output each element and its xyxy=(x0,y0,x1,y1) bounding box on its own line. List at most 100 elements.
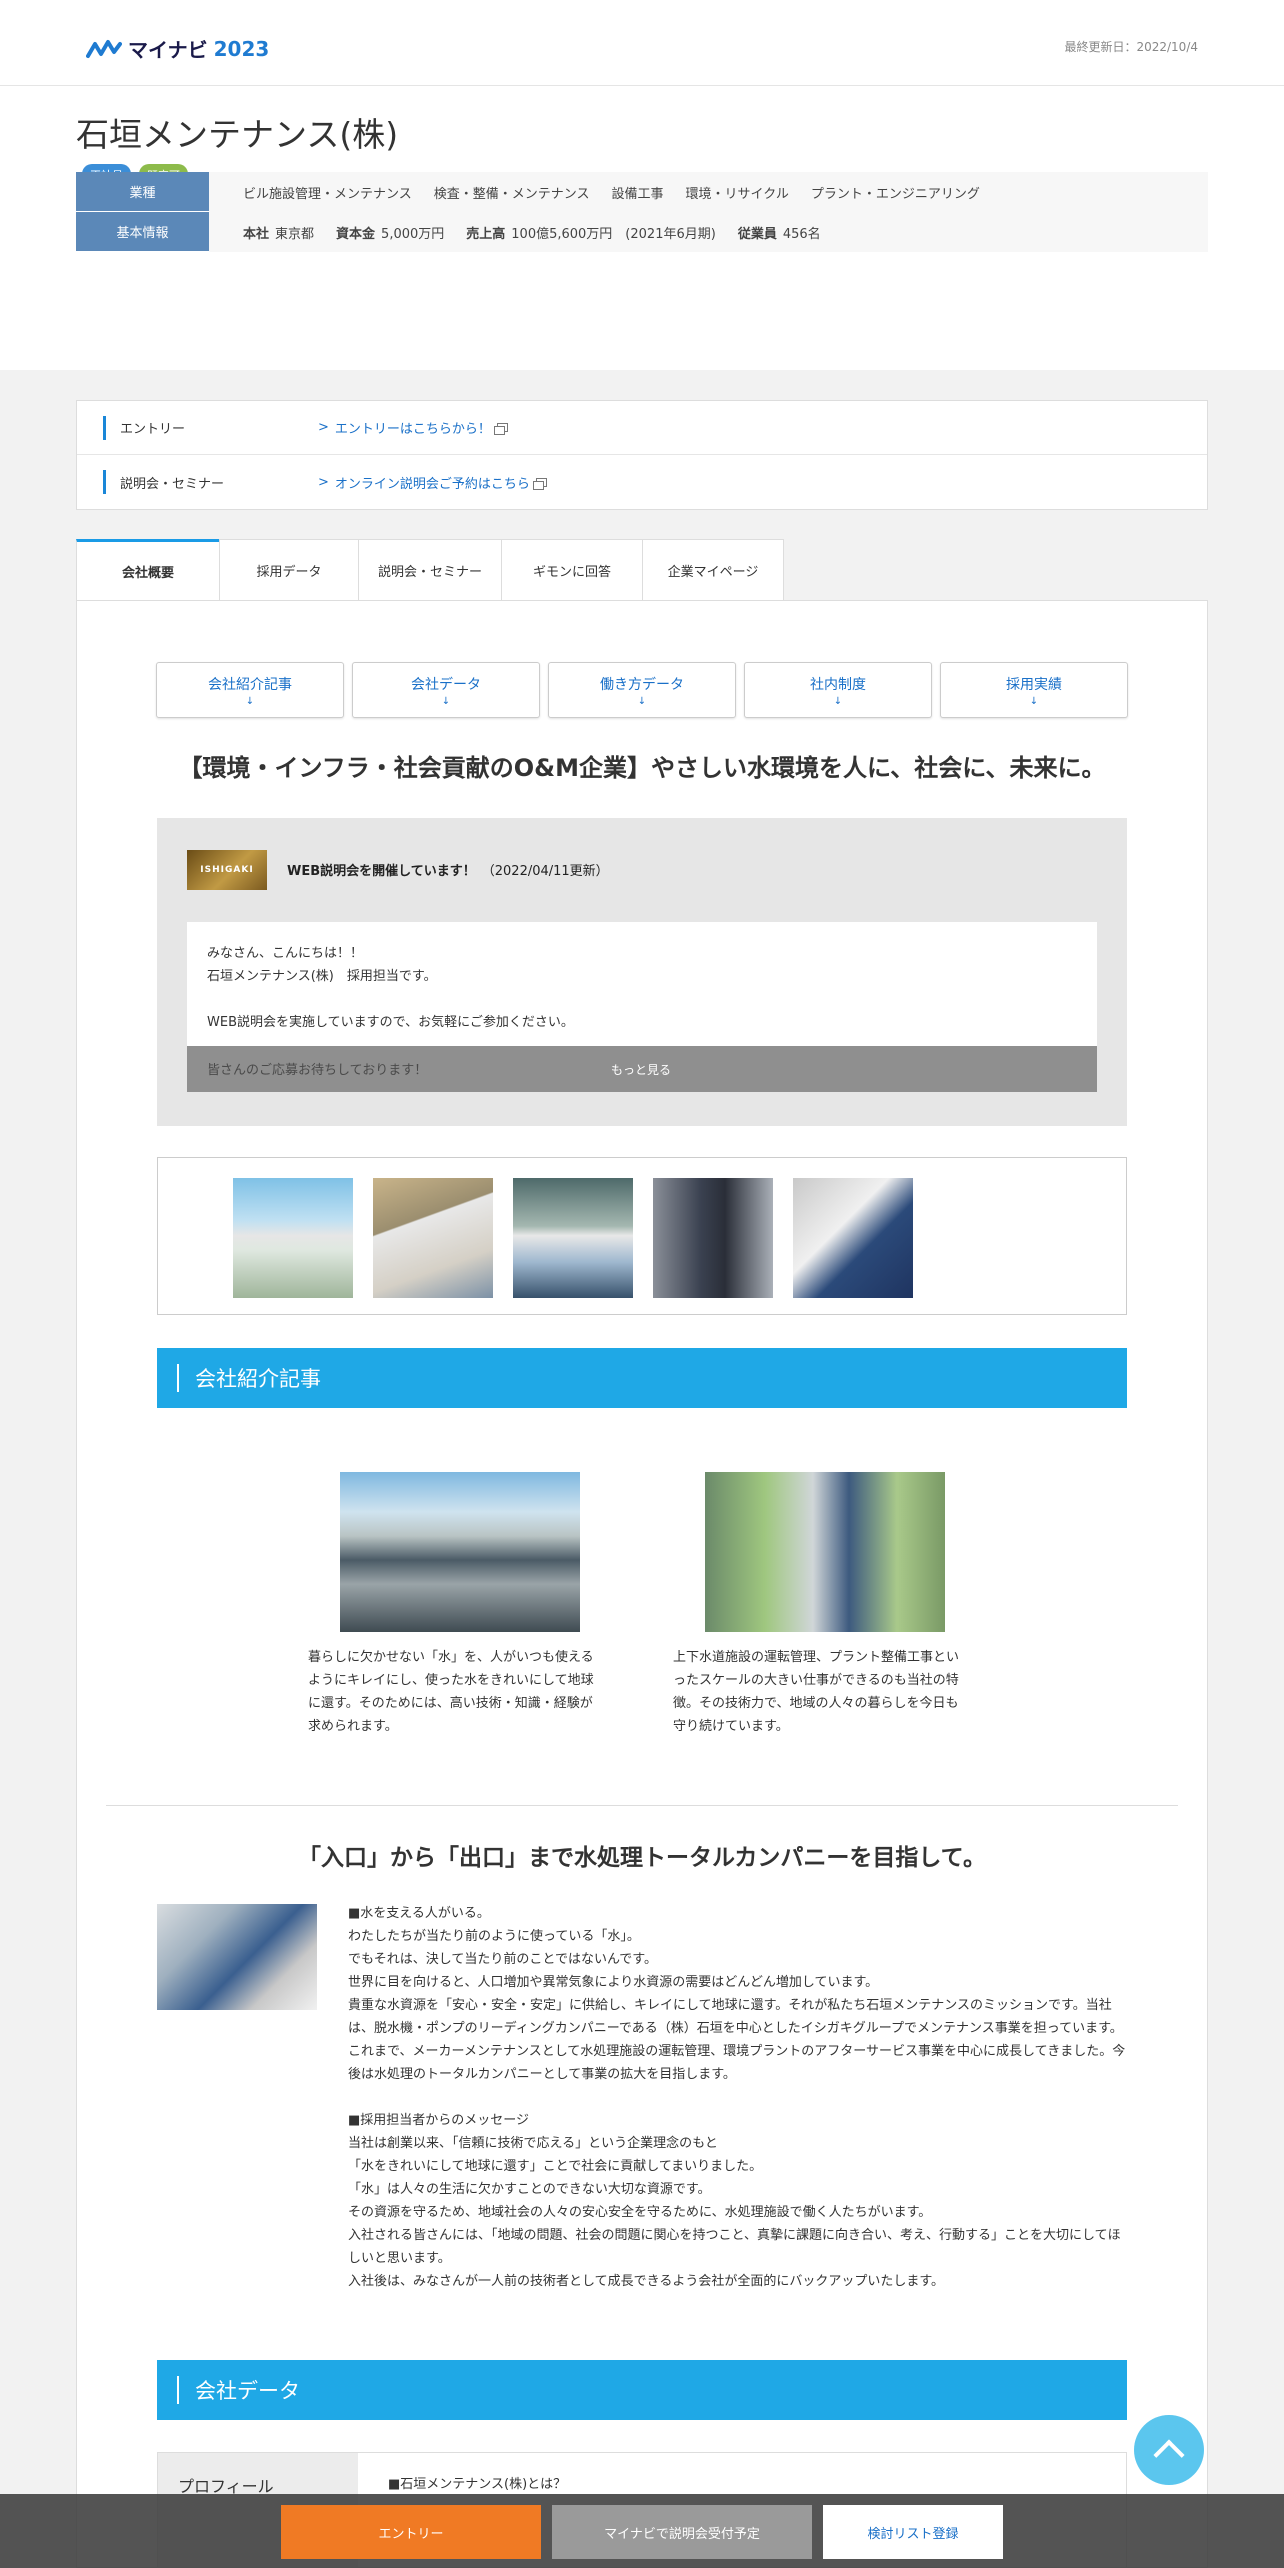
lab-photo xyxy=(157,1904,317,2010)
message-line: 当社は創業以来、「信頼に技術で応える」という企業理念のもと xyxy=(348,2136,718,2151)
last-updated: 最終更新日：2022/10/4 xyxy=(1064,40,1198,54)
message-line: 貴重な水資源を「安心・安全・安定」に供給し、キレイにして地球に還す。それが私たち… xyxy=(348,1998,1126,2082)
photo-control-panel[interactable] xyxy=(373,1178,493,1298)
entry-button[interactable]: エントリー xyxy=(281,2505,541,2559)
capital-key: 資本金 xyxy=(336,226,376,242)
scroll-to-top-button[interactable] xyxy=(1134,2415,1204,2485)
arrow-down-icon: ↓ xyxy=(1029,695,1039,707)
sales-key: 売上高 xyxy=(466,226,506,242)
mynavi-logo[interactable]: マイナビ 2023 xyxy=(86,34,269,63)
message-line: その資源を守るため、地域社会の人々の安心安全を守るために、水処理施設で働く人たち… xyxy=(348,2205,932,2220)
basic-info-label: 基本情報 xyxy=(76,212,209,252)
entry-link-text: エントリーはこちらから！ xyxy=(334,422,491,437)
divider xyxy=(106,1805,1178,1806)
section-company-data: 会社データ xyxy=(157,2360,1127,2420)
article-text: 上下水道施設の運転管理、プラント整備工事といったスケールの大きい仕事ができるのも… xyxy=(673,1650,960,1734)
article-image-plant-worker xyxy=(705,1472,945,1632)
capital-value: 5,000万円 xyxy=(381,226,445,242)
bottom-action-bar: エントリー マイナビで説明会受付予定 検討リスト登録 xyxy=(0,2494,1284,2568)
anchor-hiring-record[interactable]: 採用実績 ↓ xyxy=(940,662,1128,718)
logo-year: 2023 xyxy=(213,36,270,61)
message-line: わたしたちが当たり前のように使っている「水」。 xyxy=(348,1929,640,1944)
industry-list: ビル施設管理・メンテナンス 検査・整備・メンテナンス 設備工事 環境・リサイクル… xyxy=(209,172,1208,212)
employees-info: 従業員 456名 xyxy=(738,223,821,242)
message-line: 入社される皆さんには、「地域の問題、社会の問題に関心を持つこと、真摯に課題に向き… xyxy=(348,2228,1121,2266)
chevron-right-icon: > xyxy=(318,420,329,435)
industry-item: 環境・リサイクル xyxy=(685,186,789,202)
arrow-down-icon: ↓ xyxy=(245,695,255,707)
anchor-label: 働き方データ xyxy=(600,676,684,693)
tab-company-mypage[interactable]: 企業マイページ xyxy=(642,539,784,601)
more-button[interactable]: もっと見る xyxy=(611,1061,671,1078)
industry-row: 業種 ビル施設管理・メンテナンス 検査・整備・メンテナンス 設備工事 環境・リサ… xyxy=(76,172,1208,212)
industry-item: 検査・整備・メンテナンス xyxy=(433,186,590,202)
anchor-company-articles[interactable]: 会社紹介記事 ↓ xyxy=(156,662,344,718)
message-line: 入社後は、みなさんが一人前の技術者として成長できるよう会社が全面的にバックアップ… xyxy=(348,2274,945,2289)
seminar-link[interactable]: > オンライン説明会ご予約はこちら xyxy=(318,473,547,492)
ishigaki-logo: ISHIGAKI xyxy=(187,850,267,890)
industry-item: ビル施設管理・メンテナンス xyxy=(243,186,412,202)
seminar-link-text: オンライン説明会ご予約はこちら xyxy=(334,476,530,492)
logo-text: マイナビ xyxy=(128,38,208,62)
tab-recruitment-data[interactable]: 採用データ xyxy=(219,539,359,601)
add-to-list-button[interactable]: 検討リスト登録 xyxy=(823,2505,1003,2559)
anchor-label: 会社紹介記事 xyxy=(208,676,292,693)
photo-meeting[interactable] xyxy=(793,1178,913,1298)
arrow-down-icon: ↓ xyxy=(637,695,647,707)
chevron-right-icon: > xyxy=(318,474,329,490)
seminar-reservation-button[interactable]: マイナビで説明会受付予定 xyxy=(552,2505,812,2559)
photo-employee-station[interactable] xyxy=(653,1178,773,1298)
anchor-company-data[interactable]: 会社データ ↓ xyxy=(352,662,540,718)
hq-value: 東京都 xyxy=(275,226,315,242)
external-window-icon xyxy=(532,477,547,490)
entry-label: エントリー xyxy=(103,415,318,440)
ishigaki-logo-text: ISHIGAKI xyxy=(200,865,254,875)
article-card: 上下水道施設の運転管理、プラント整備工事といったスケールの大きい仕事ができるのも… xyxy=(673,1472,968,1738)
entry-row: エントリー > エントリーはこちらから！ xyxy=(77,401,1207,455)
company-name: 石垣メンテナンス(株) xyxy=(76,115,399,154)
page-tabs: 会社概要 採用データ 説明会・セミナー ギモンに回答 企業マイページ xyxy=(76,539,784,601)
tab-questions[interactable]: ギモンに回答 xyxy=(501,539,643,601)
seminar-line xyxy=(207,988,1077,1011)
employees-key: 従業員 xyxy=(737,226,777,242)
web-seminar-notice: ISHIGAKI WEB説明会を開催しています！ （2022/04/11更新） み… xyxy=(157,818,1127,1126)
company-info-table: 業種 ビル施設管理・メンテナンス 検査・整備・メンテナンス 設備工事 環境・リサ… xyxy=(76,172,1208,252)
sales-value: 100億5,600万円 (2021年6月期) xyxy=(511,226,716,242)
mynavi-logo-icon xyxy=(86,39,122,58)
anchor-label: 社内制度 xyxy=(810,676,866,693)
anchor-label: 採用実績 xyxy=(1006,676,1062,693)
hq-info: 本社 東京都 xyxy=(243,223,314,242)
message-line: でもそれは、決して当たり前のことではないんです。 xyxy=(348,1952,658,1967)
anchor-internal-systems[interactable]: 社内制度 ↓ xyxy=(744,662,932,718)
seminar-title: WEB説明会を開催しています！ （2022/04/11更新） xyxy=(287,860,609,879)
basic-info-row: 基本情報 本社 東京都 資本金 5,000万円 売上高 100億5,600万円 (20… xyxy=(76,212,1208,252)
chevron-up-icon xyxy=(1153,2439,1185,2471)
message-line: ■水を支える人がいる。 xyxy=(348,1906,490,1921)
sub-headline: 「入口」から「出口」まで水処理トータルカンパニーを目指して。 xyxy=(298,1845,986,1871)
seminar-row: 説明会・セミナー > オンライン説明会ご予約はこちら xyxy=(77,455,1207,509)
entry-links-box: エントリー > エントリーはこちらから！ 説明会・セミナー > オンライン説明会… xyxy=(76,400,1208,510)
photo-tablet-inspection[interactable] xyxy=(513,1178,633,1298)
seminar-title-text: WEB説明会を開催しています！ xyxy=(287,864,476,879)
tab-company-overview[interactable]: 会社概要 xyxy=(76,539,220,601)
tab-seminar[interactable]: 説明会・セミナー xyxy=(358,539,502,601)
message-line: ■採用担当者からのメッセージ xyxy=(348,2113,530,2128)
message-line: 世界に目を向けると、人口増加や異常気象により水資源の需要はどんどん増加しています… xyxy=(348,1975,879,1990)
section-anchors: 会社紹介記事 ↓ 会社データ ↓ 働き方データ ↓ 社内制度 ↓ 採用実績 ↓ xyxy=(156,662,1128,718)
profile-line: ■石垣メンテナンス(株)とは？ xyxy=(388,2477,567,2492)
basic-info-list: 本社 東京都 資本金 5,000万円 売上高 100億5,600万円 (2021年6月… xyxy=(209,212,1208,252)
sales-info: 売上高 100億5,600万円 (2021年6月期) xyxy=(466,223,716,242)
seminar-date: （2022/04/11更新） xyxy=(481,864,609,879)
seminar-line: 石垣メンテナンス(株) 採用担当です。 xyxy=(207,969,437,984)
anchor-label: 会社データ xyxy=(411,676,481,693)
photo-facility-aerial[interactable] xyxy=(233,1178,353,1298)
seminar-line: みなさん、こんにちは！！ xyxy=(207,946,364,961)
message-line: 「水」は人々の生活に欠かすことのできない大切な資源です。 xyxy=(348,2182,711,2197)
seminar-more-bar[interactable]: 皆さんのご応募お待ちしております！ もっと見る xyxy=(187,1046,1097,1092)
anchor-work-style[interactable]: 働き方データ ↓ xyxy=(548,662,736,718)
message-line: 「水をきれいにして地球に還す」ことで社会に貢献してまいりました。 xyxy=(348,2159,763,2174)
section-title: 会社データ xyxy=(177,2376,300,2404)
entry-link[interactable]: > エントリーはこちらから！ xyxy=(318,418,508,437)
article-text: 暮らしに欠かせない「水」を、人がいつも使えるようにキレイにし、使った水をきれいに… xyxy=(308,1650,594,1734)
capital-info: 資本金 5,000万円 xyxy=(336,223,444,242)
